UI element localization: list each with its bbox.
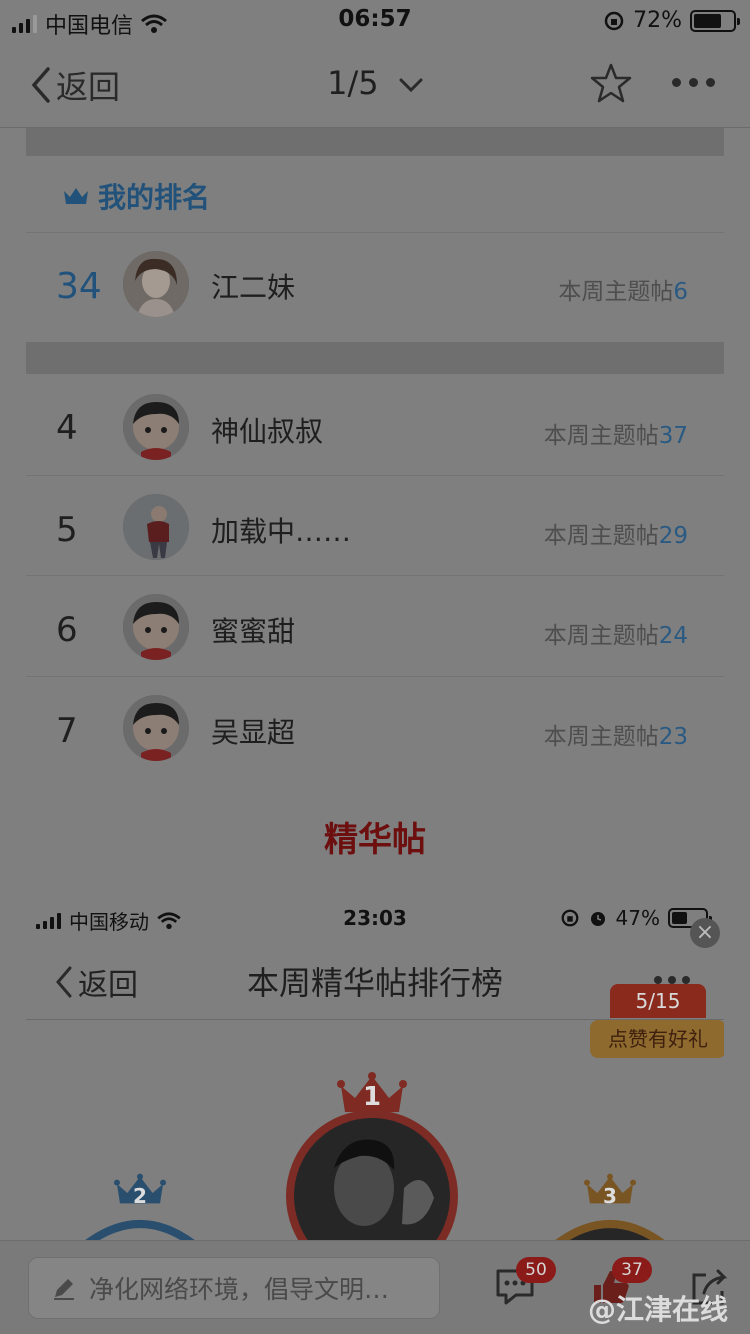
- avatar[interactable]: [123, 695, 189, 761]
- weekly-posts-stat: 本周主题帖23: [543, 724, 688, 750]
- battery-icon: [690, 9, 740, 32]
- promo-count-badge: 5/15: [610, 984, 706, 1018]
- rank-number: 4: [56, 408, 78, 448]
- weekly-posts-count: 37: [658, 423, 688, 449]
- weekly-posts-count: 6: [673, 279, 688, 305]
- pencil-icon: [54, 1279, 74, 1300]
- user-name: 江二妹: [211, 271, 296, 304]
- avatar-ring: [555, 1220, 665, 1240]
- avatar[interactable]: [123, 394, 189, 460]
- weekly-posts-count: 29: [658, 523, 688, 549]
- podium-rank: 2: [133, 1184, 147, 1208]
- crown-icon: [64, 188, 88, 204]
- avatar[interactable]: [123, 251, 189, 317]
- battery-level: [672, 912, 688, 924]
- my-rank-number: 34: [56, 266, 102, 307]
- rank-number: 5: [56, 510, 78, 550]
- ranking-row[interactable]: 7 吴显超 本周主题帖23: [26, 677, 724, 777]
- battery-level: [694, 13, 722, 28]
- avatar[interactable]: [123, 594, 189, 660]
- weekly-posts-stat: 本周主题帖24: [543, 623, 688, 649]
- podium-second[interactable]: 2: [80, 1172, 200, 1240]
- featured-posts-title: 精华帖: [324, 820, 426, 860]
- ranking-row[interactable]: 4 神仙叔叔 本周主题帖37: [26, 376, 724, 476]
- reply-input[interactable]: 净化网络环境，倡导文明…: [28, 1257, 440, 1319]
- user-photo: [286, 1110, 458, 1240]
- podium-rank: 3: [603, 1184, 617, 1208]
- my-rank-header: 我的排名: [62, 176, 210, 216]
- page-indicator: 1/5: [327, 64, 379, 102]
- watermark: @江津在线: [587, 1293, 728, 1326]
- cartoon-avatar: [123, 394, 189, 460]
- status-bar-right: 72%: [603, 8, 740, 33]
- chevron-down-icon: [399, 78, 423, 93]
- promo-like-gift-button[interactable]: 点赞有好礼: [590, 1020, 724, 1058]
- weekly-posts-stat: 本周主题帖29: [543, 523, 688, 549]
- ranking-row[interactable]: 5 加载中…… 本周主题帖29: [26, 476, 724, 576]
- weekly-posts-stat: 本周主题帖37: [543, 423, 688, 449]
- like-count-badge: 37: [612, 1257, 652, 1283]
- avatar-ring: [85, 1220, 195, 1240]
- alarm-icon: [590, 912, 605, 926]
- middle-divider-band: [26, 342, 724, 374]
- cartoon-avatar: [123, 695, 189, 761]
- more-options-button[interactable]: [672, 78, 715, 87]
- reply-placeholder: 净化网络环境，倡导文明…: [89, 1275, 390, 1304]
- favorite-star-icon[interactable]: [590, 62, 632, 104]
- more-options-button[interactable]: [654, 976, 690, 984]
- ranking-row[interactable]: 6 蜜蜜甜 本周主题帖24: [26, 576, 724, 676]
- cartoon-avatar: [123, 594, 189, 660]
- page-selector[interactable]: 1/5: [0, 64, 750, 102]
- my-rank-title: 我的排名: [98, 181, 211, 214]
- embedded-screenshot[interactable]: 中国移动 23:03 47% × 返回 本周精华帖排行榜 5/15 点赞有好礼 …: [26, 896, 724, 1240]
- divider: [26, 232, 724, 233]
- comment-count-badge: 50: [516, 1257, 556, 1283]
- podium-third[interactable]: 3: [550, 1172, 670, 1240]
- my-rank-row[interactable]: 34 江二妹 本周主题帖6: [26, 236, 724, 336]
- orientation-lock-icon: [561, 909, 578, 927]
- embedded-status-bar: 中国移动 23:03 47%: [26, 896, 724, 940]
- weekly-posts-count: 24: [658, 623, 688, 649]
- rank-number: 6: [56, 610, 78, 650]
- user-photo: [123, 251, 189, 317]
- rank-number: 7: [56, 711, 78, 751]
- user-name: 吴显超: [211, 716, 296, 749]
- orientation-lock-icon: [604, 11, 624, 30]
- user-name: 加载中……: [211, 515, 352, 548]
- weekly-posts-count: 23: [658, 724, 688, 750]
- battery-percent: 72%: [633, 8, 682, 33]
- podium-first[interactable]: 1: [284, 1072, 460, 1240]
- comment-button[interactable]: 50: [494, 1257, 556, 1311]
- user-photo: [123, 494, 189, 560]
- navigation-bar: 返回 1/5: [0, 40, 750, 128]
- status-bar: 中国电信 06:57 72%: [0, 0, 750, 40]
- user-name: 神仙叔叔: [211, 415, 324, 448]
- embedded-battery-percent: 47%: [615, 906, 660, 930]
- user-name: 蜜蜜甜: [211, 615, 296, 648]
- weekly-posts-stat: 本周主题帖6: [558, 279, 688, 305]
- avatar[interactable]: [123, 494, 189, 560]
- top-divider-band: [26, 128, 724, 156]
